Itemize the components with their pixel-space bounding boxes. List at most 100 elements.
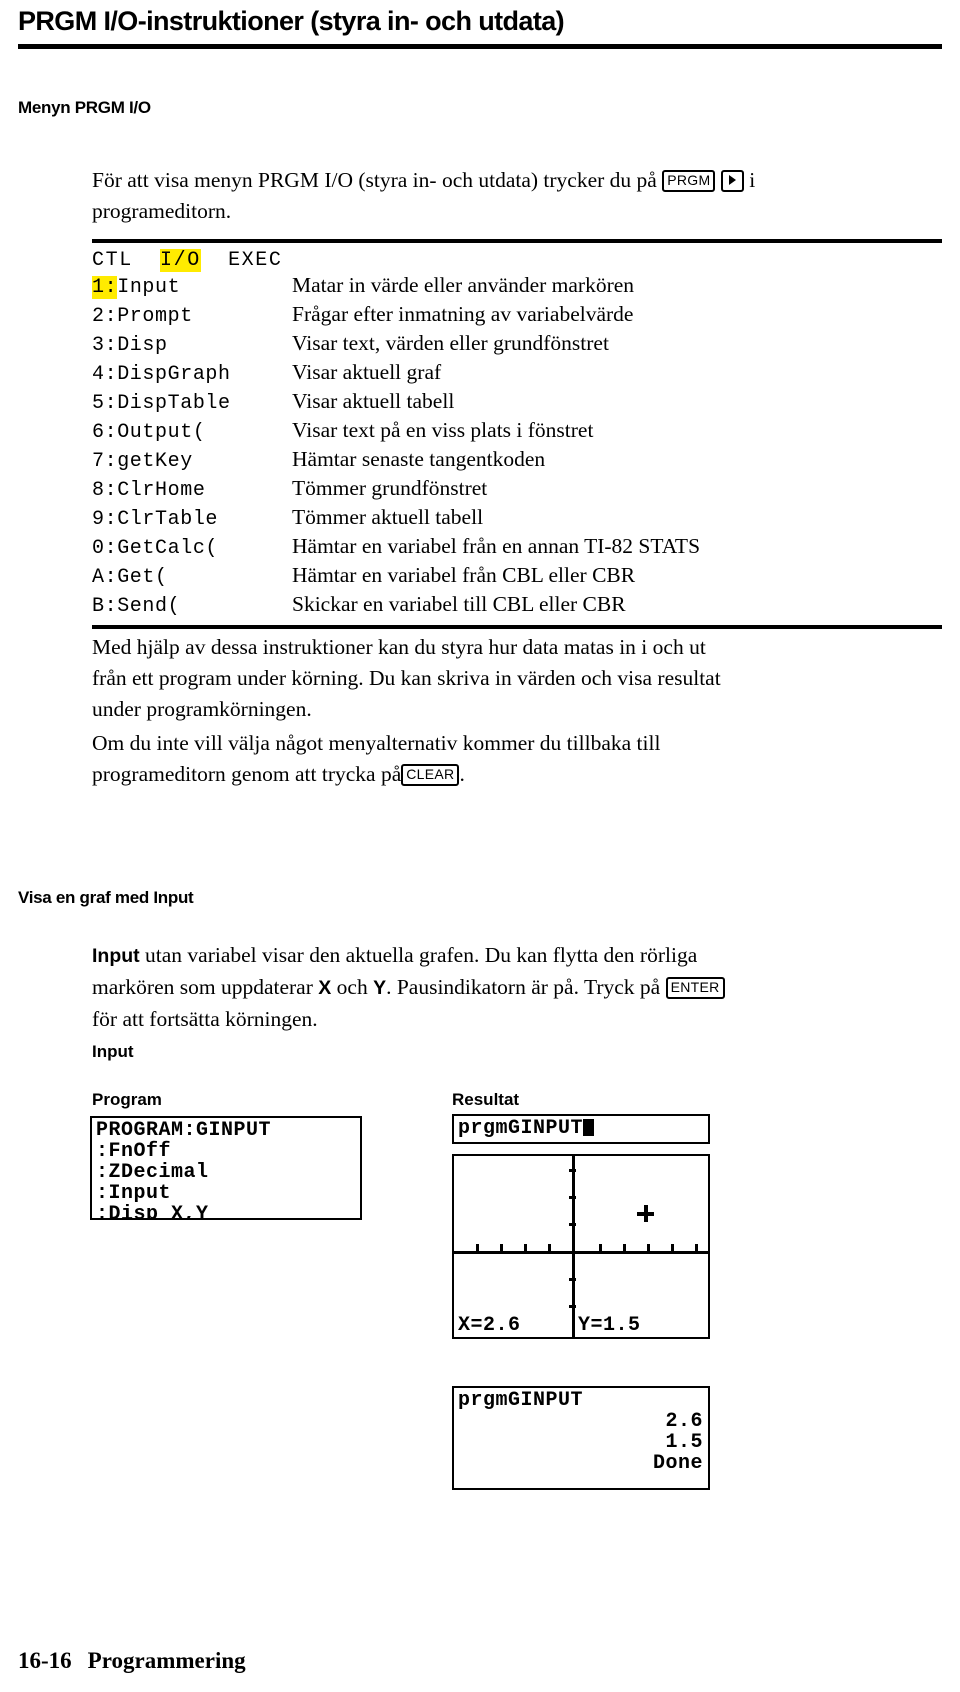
variable-x-bold: X xyxy=(318,977,332,999)
menu-item-description: Hämtar en variabel från CBL eller CBR xyxy=(292,563,636,587)
y-axis-tick xyxy=(569,1278,576,1281)
cursor-block-icon xyxy=(583,1119,595,1136)
y-axis-tick xyxy=(569,1196,576,1199)
menu-item-send[interactable]: B:Send( Skickar en variabel till CBL ell… xyxy=(92,592,942,621)
label-program-column: Program xyxy=(92,1090,162,1109)
footer-section-name: Programmering xyxy=(87,1648,246,1673)
menu-item-clrtable[interactable]: 9:ClrTable Tömmer aktuell tabell xyxy=(92,505,942,534)
menu-item-command: 2:Prompt xyxy=(92,305,193,328)
label-result-column: Resultat xyxy=(452,1090,520,1109)
intro-paragraph: För att visa menyn PRGM I/O (styra in- o… xyxy=(92,165,947,227)
menu-item-output[interactable]: 6:Output( Visar text på en viss plats i … xyxy=(92,418,942,447)
run-command-text: prgmGINPUT xyxy=(458,1117,584,1140)
menu-item-command: 7:getKey xyxy=(92,450,193,473)
x-axis-tick xyxy=(671,1244,674,1251)
intro-line-2: programeditorn. xyxy=(92,199,232,223)
tab-io[interactable]: I/O xyxy=(160,249,201,272)
section-heading-graph: Visa en graf med Input xyxy=(18,888,194,907)
paragraph-graph-input: Input utan variabel visar den aktuella g… xyxy=(92,940,952,1035)
graph-line2-b: och xyxy=(336,975,368,999)
calculator-screen-graph: X=2.6 Y=1.5 xyxy=(452,1154,710,1339)
menu-item-description: Visar aktuell tabell xyxy=(292,389,455,413)
menu-item-description: Skickar en variabel till CBL eller CBR xyxy=(292,592,626,616)
menu-item-disptable[interactable]: 5:DispTable Visar aktuell tabell xyxy=(92,389,942,418)
menu-item-input[interactable]: 1:Input Matar in värde eller använder ma… xyxy=(92,273,942,302)
menu-item-command: B:Send( xyxy=(92,595,181,618)
graph-paragraph-line-3: för att fortsätta körningen. xyxy=(92,1007,318,1031)
prgm-io-menu: CTL I/O EXEC 1:Input Matar in värde elle… xyxy=(92,239,942,629)
home-status-done: Done xyxy=(652,1452,703,1475)
paragraph-exit-text-before-key: programeditorn genom att trycka på xyxy=(92,762,402,786)
menu-item-prompt[interactable]: 2:Prompt Frågar efter inmatning av varia… xyxy=(92,302,942,331)
menu-item-getkey[interactable]: 7:getKey Hämtar senaste tangentkoden xyxy=(92,447,942,476)
menu-item-disp[interactable]: 3:Disp Visar text, värden eller grundfön… xyxy=(92,331,942,360)
menu-item-number: 1: xyxy=(92,276,118,299)
home-value-y: 1.5 xyxy=(665,1431,703,1454)
graph-paragraph-line-1: Input utan variabel visar den aktuella g… xyxy=(92,940,952,972)
page-title: PRGM I/O-instruktioner (styra in- och ut… xyxy=(18,6,565,36)
graph-line1-rest: utan variabel visar den aktuella grafen.… xyxy=(145,943,698,967)
example-title-input: Input xyxy=(92,1042,134,1061)
menu-item-description: Visar aktuell graf xyxy=(292,360,442,384)
input-command-bold: Input xyxy=(92,945,140,967)
intro-text-before-keys: För att visa menyn PRGM I/O (styra in- o… xyxy=(92,168,657,192)
menu-item-description: Tömmer aktuell tabell xyxy=(292,505,484,529)
tab-ctl[interactable]: CTL xyxy=(92,249,133,272)
home-value-x: 2.6 xyxy=(665,1410,703,1433)
run-command-line: prgmGINPUT xyxy=(458,1118,708,1139)
menu-item-command: 3:Disp xyxy=(92,334,168,357)
enter-key-icon: ENTER xyxy=(665,977,725,999)
tab-exec[interactable]: EXEC xyxy=(228,249,282,272)
program-line: :Disp X,Y xyxy=(96,1203,209,1220)
menu-item-command: 4:DispGraph xyxy=(92,363,231,386)
section-heading-menu: Menyn PRGM I/O xyxy=(18,98,151,117)
graph-paragraph-line-2: markören som uppdaterar X och Y. Pausind… xyxy=(92,972,952,1004)
menu-item-description: Matar in värde eller använder markören xyxy=(292,273,635,297)
home-command-line: prgmGINPUT xyxy=(458,1389,584,1412)
menu-item-command: 0:GetCalc( xyxy=(92,537,219,560)
graph-line2-c: . Pausindikatorn är på. Tryck på xyxy=(386,975,661,999)
menu-item-description: Hämtar senaste tangentkoden xyxy=(292,447,546,471)
paragraph-usage-line-2: från ett program under körning. Du kan s… xyxy=(92,666,721,690)
x-axis xyxy=(454,1251,708,1254)
calculator-screen-home: prgmGINPUT 2.6 1.5 Done xyxy=(452,1386,710,1490)
y-axis xyxy=(572,1156,575,1337)
menu-item-command: 8:ClrHome xyxy=(92,479,206,502)
paragraph-usage-line-1: Med hjälp av dessa instruktioner kan du … xyxy=(92,635,706,659)
menu-item-dispgraph[interactable]: 4:DispGraph Visar aktuell graf xyxy=(92,360,942,389)
prgm-key-icon: PRGM xyxy=(662,170,716,192)
right-arrow-key-icon xyxy=(720,170,744,192)
menu-item-description: Frågar efter inmatning av variabelvärde xyxy=(292,302,634,326)
program-line: :FnOff xyxy=(96,1140,172,1163)
menu-item-description: Tömmer grundfönstret xyxy=(292,476,488,500)
menu-row-list: 1:Input Matar in värde eller använder ma… xyxy=(92,273,942,625)
menu-item-command: A:Get( xyxy=(92,566,168,589)
y-axis-tick xyxy=(569,1305,576,1308)
menu-tab-bar: CTL I/O EXEC xyxy=(92,243,942,273)
menu-item-command: 6:Output( xyxy=(92,421,206,444)
menu-item-getcalc[interactable]: 0:GetCalc( Hämtar en variabel från en an… xyxy=(92,534,942,563)
menu-bottom-rule xyxy=(92,625,942,629)
menu-item-command: 1:Input xyxy=(92,276,292,299)
menu-item-command: 9:ClrTable xyxy=(92,508,219,531)
menu-item-clrhome[interactable]: 8:ClrHome Tömmer grundfönstret xyxy=(92,476,942,505)
x-axis-tick xyxy=(548,1244,551,1251)
menu-item-get[interactable]: A:Get( Hämtar en variabel från CBL eller… xyxy=(92,563,942,592)
x-axis-tick xyxy=(647,1244,650,1251)
variable-y-bold: Y xyxy=(373,977,387,999)
free-moving-cursor-icon xyxy=(637,1205,654,1222)
graph-line2-a: markören som uppdaterar xyxy=(92,975,313,999)
program-line: :Input xyxy=(96,1182,172,1205)
paragraph-exit-line-1: Om du inte vill välja något menyalternat… xyxy=(92,731,661,755)
paragraph-exit-text-after-key: . xyxy=(459,762,465,786)
menu-item-description: Hämtar en variabel från en annan TI-82 S… xyxy=(292,534,701,558)
graph-coordinate-y: Y=1.5 xyxy=(578,1314,641,1337)
y-axis-tick xyxy=(569,1223,576,1226)
x-axis-tick xyxy=(476,1244,479,1251)
calculator-screen-program: PROGRAM:GINPUT :FnOff :ZDecimal :Input :… xyxy=(90,1116,362,1220)
x-axis-tick xyxy=(695,1244,698,1251)
menu-item-description: Visar text, värden eller grundfönstret xyxy=(292,331,609,355)
clear-key-icon: CLEAR xyxy=(401,764,460,786)
x-axis-tick xyxy=(524,1244,527,1251)
calculator-screen-run-command: prgmGINPUT xyxy=(452,1114,710,1144)
